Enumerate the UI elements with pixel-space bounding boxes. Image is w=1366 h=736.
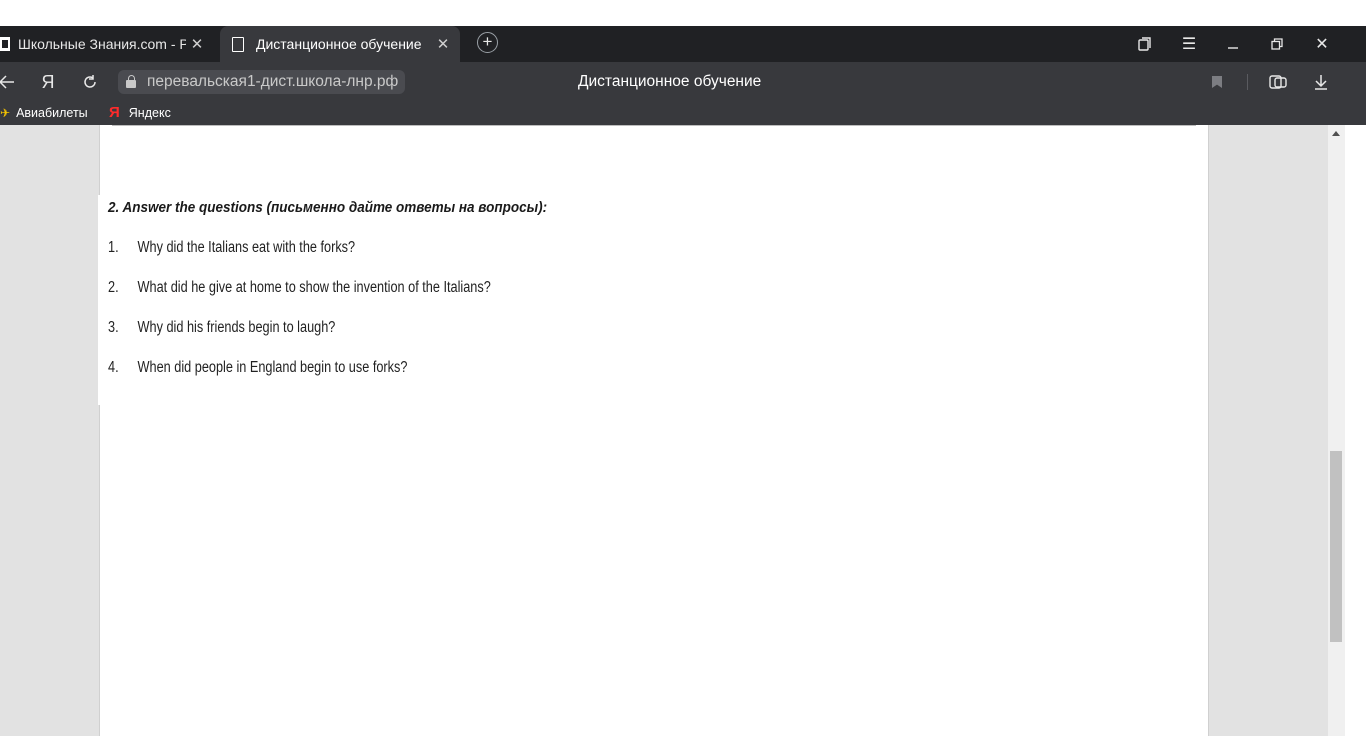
yandex-icon: Я: [109, 104, 120, 121]
tab-strip: Школьные Знания.com - Ре ✕ Дистанционное…: [0, 26, 1366, 62]
url-text: перевальская1-дист.школа-лнр.рф: [147, 73, 399, 90]
znanija-favicon-icon: [0, 37, 10, 51]
tab-distance-learning[interactable]: Дистанционное обучение ✕: [220, 26, 460, 62]
browser-window: Школьные Знания.com - Ре ✕ Дистанционное…: [0, 0, 1366, 736]
reload-icon[interactable]: [75, 62, 105, 102]
question-item: 1. Why did the Italians eat with the fork…: [108, 239, 355, 257]
question-text: When did people in England begin to use …: [137, 359, 408, 376]
question-number: 3.: [108, 319, 119, 336]
new-tab-button[interactable]: +: [477, 32, 498, 53]
tab-title: Школьные Знания.com - Ре: [18, 36, 186, 52]
scroll-up-arrow-icon[interactable]: [1332, 131, 1340, 136]
tab-znanija[interactable]: Школьные Знания.com - Ре ✕: [0, 26, 214, 62]
yandex-logo-icon[interactable]: Я: [33, 62, 63, 102]
close-tab-icon[interactable]: ✕: [432, 35, 454, 53]
minimize-icon[interactable]: [1211, 26, 1255, 62]
tab-title: Дистанционное обучение: [256, 36, 422, 52]
bookmark-icon[interactable]: [1203, 62, 1231, 102]
question-item: 2. What did he give at home to show the i…: [108, 279, 491, 297]
bookmark-label: Яндекс: [128, 106, 171, 120]
vertical-scrollbar[interactable]: [1328, 125, 1345, 736]
address-bar: Я перевальская1-дист.школа-лнр.рф Дистан…: [0, 62, 1366, 102]
restore-icon[interactable]: [1255, 26, 1299, 62]
question-text: Why did the Italians eat with the forks?: [137, 239, 356, 256]
toolbar-divider: [1247, 74, 1248, 90]
question-number: 2.: [108, 279, 119, 296]
question-item: 3. Why did his friends begin to laugh?: [108, 319, 335, 337]
question-text: What did he give at home to show the inv…: [137, 279, 491, 296]
bookmark-aviabilety[interactable]: ✈ Авиабилеты: [0, 106, 88, 120]
question-text: Why did his friends begin to laugh?: [137, 319, 336, 336]
scrollbar-thumb[interactable]: [1330, 451, 1342, 642]
question-item: 4. When did people in England begin to us…: [108, 359, 407, 377]
url-field[interactable]: перевальская1-дист.школа-лнр.рф: [118, 70, 406, 94]
window-edge: [1345, 125, 1366, 736]
exercise-heading: 2. Answer the questions (письменно дайте…: [108, 199, 548, 216]
download-icon[interactable]: [1307, 62, 1335, 102]
question-number: 4.: [108, 359, 119, 376]
back-arrow-icon[interactable]: [0, 62, 22, 102]
bookmark-label: Авиабилеты: [16, 106, 88, 120]
tablist-icon[interactable]: [1123, 26, 1167, 62]
page-viewport: 2. Answer the questions (письменно дайте…: [0, 125, 1366, 736]
reader-mode-icon[interactable]: [1264, 62, 1292, 102]
page-divider: [112, 125, 1196, 126]
close-tab-icon[interactable]: ✕: [186, 35, 208, 53]
page-title: Дистанционное обучение: [578, 73, 762, 90]
plane-icon: ✈: [0, 106, 11, 120]
bookmarks-bar: ✈ Авиабилеты Я Яндекс: [0, 102, 1366, 125]
document-icon: [232, 36, 244, 52]
close-window-icon[interactable]: ✕: [1300, 26, 1344, 62]
yandex-letter: Я: [41, 71, 55, 92]
question-number: 1.: [108, 239, 119, 256]
bookmark-yandex[interactable]: Я Яндекс: [109, 104, 171, 121]
menu-icon[interactable]: ☰: [1167, 26, 1211, 62]
lock-icon: [126, 75, 136, 88]
